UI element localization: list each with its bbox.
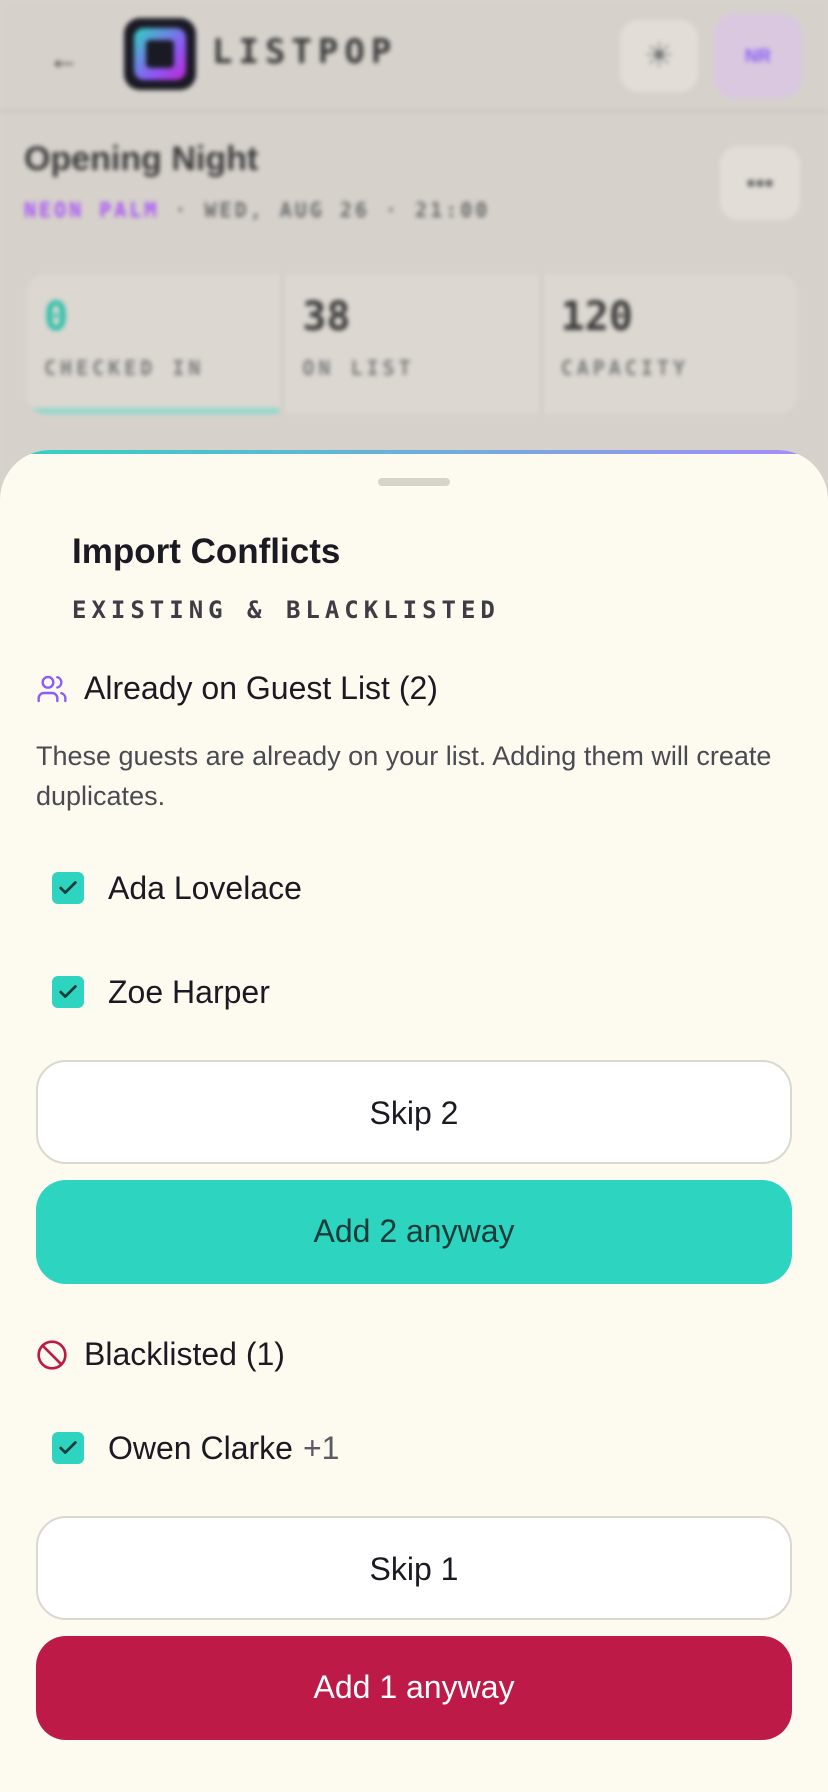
guest-name: Zoe Harper xyxy=(108,973,270,1010)
sheet-title: Import Conflicts xyxy=(72,532,341,571)
guest-checkbox[interactable] xyxy=(52,872,84,904)
top-bar: ← LISTPOP ☀ NR xyxy=(0,0,828,112)
app-logo xyxy=(124,18,196,90)
stat-capacity: 120 CAPACITY xyxy=(543,274,798,414)
event-venue: NEON PALM xyxy=(24,198,160,222)
guest-row[interactable]: Ada Lovelace xyxy=(52,868,302,908)
guest-row[interactable]: Owen Clarke +1 xyxy=(52,1428,339,1468)
skip-existing-button[interactable]: Skip 2 xyxy=(36,1060,792,1164)
guest-name: Owen Clarke xyxy=(108,1429,293,1466)
check-icon xyxy=(59,1441,77,1454)
stats-panel: 0 CHECKED IN 38 ON LIST 120 CAPACITY xyxy=(26,274,798,414)
sheet-subtitle: EXISTING & BLACKLISTED xyxy=(72,596,500,624)
stat-value: 120 xyxy=(560,294,633,340)
users-icon xyxy=(37,675,67,702)
skip-blacklisted-button[interactable]: Skip 1 xyxy=(36,1516,792,1620)
stat-checked-in: 0 CHECKED IN xyxy=(26,274,285,414)
blacklisted-section-header: Blacklisted (1) xyxy=(36,1336,285,1373)
stat-label: ON LIST xyxy=(302,356,415,380)
checked-in-progress-bar xyxy=(26,408,280,414)
background-app: ← LISTPOP ☀ NR Opening Night NEON PALM ·… xyxy=(0,0,828,480)
existing-section-title: Already on Guest List (2) xyxy=(84,670,438,706)
stat-label: CAPACITY xyxy=(560,356,689,380)
stat-on-list: 38 ON LIST xyxy=(284,274,543,414)
guest-checkbox[interactable] xyxy=(52,976,84,1008)
stat-value: 0 xyxy=(44,294,69,340)
check-icon xyxy=(59,985,77,998)
add-blacklisted-anyway-button[interactable]: Add 1 anyway xyxy=(36,1636,792,1740)
logo-mark xyxy=(146,40,174,68)
sun-icon[interactable]: ☀ xyxy=(620,20,698,92)
event-date: WED, AUG 26 xyxy=(204,198,370,222)
check-icon xyxy=(59,881,77,894)
sheet-drag-handle[interactable] xyxy=(378,478,450,486)
existing-section-description: These guests are already on your list. A… xyxy=(36,741,772,811)
meta-separator: · xyxy=(385,198,401,222)
stat-label: CHECKED IN xyxy=(44,356,205,380)
event-time: 21:00 xyxy=(415,198,491,222)
event-title: Opening Night xyxy=(24,140,259,178)
event-meta: NEON PALM · WED, AUG 26 · 21:00 xyxy=(24,198,490,222)
ban-icon xyxy=(37,1339,67,1370)
existing-section-header: Already on Guest List (2) xyxy=(36,670,438,707)
meta-separator: · xyxy=(174,198,190,222)
more-options-icon[interactable]: ••• xyxy=(720,146,800,220)
guest-checkbox[interactable] xyxy=(52,1432,84,1464)
guest-row[interactable]: Zoe Harper xyxy=(52,972,270,1012)
guest-name: Ada Lovelace xyxy=(108,869,302,906)
import-conflicts-sheet: Import Conflicts EXISTING & BLACKLISTED … xyxy=(0,450,828,1792)
back-arrow-icon[interactable]: ← xyxy=(48,38,88,78)
stat-value: 38 xyxy=(302,294,351,340)
avatar[interactable]: NR xyxy=(714,14,802,98)
guest-plus-one: +1 xyxy=(302,1429,340,1466)
add-existing-anyway-button[interactable]: Add 2 anyway xyxy=(36,1180,792,1284)
blacklisted-section-title: Blacklisted (1) xyxy=(84,1336,285,1372)
brand-name: LISTPOP xyxy=(212,32,398,72)
